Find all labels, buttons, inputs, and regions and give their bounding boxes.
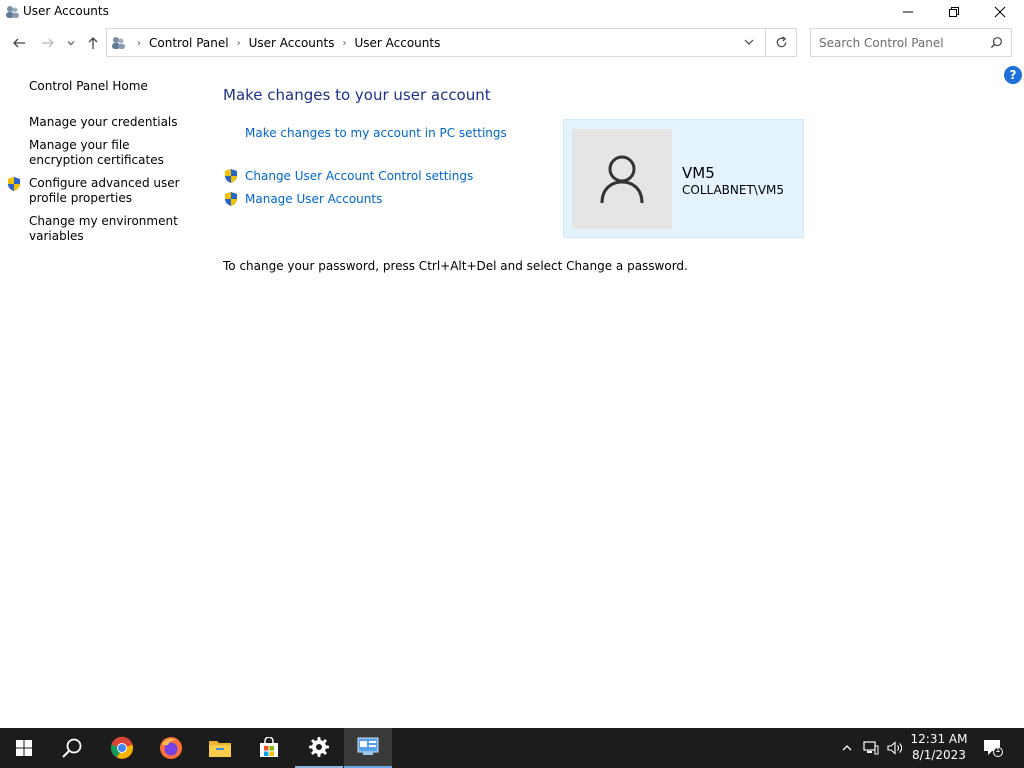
arrow-up-icon [88,37,98,49]
manage-user-accounts-link[interactable]: Manage User Accounts [245,192,382,206]
store-button[interactable] [245,728,293,768]
show-hidden-icons-button[interactable] [837,728,857,768]
breadcrumb-control-panel[interactable]: Control Panel [149,36,229,50]
left-navigation-pane: Control Panel Home Manage your credentia… [0,58,200,728]
close-button[interactable] [977,0,1023,24]
firefox-icon [160,737,182,759]
chevron-right-icon[interactable]: › [342,38,346,49]
minimize-icon [903,11,913,13]
clock-date: 8/1/2023 [912,748,966,762]
title-bar: User Accounts [0,0,1024,24]
manage-credentials-link[interactable]: Manage your credentials [29,115,189,130]
chevron-down-icon [744,39,754,45]
start-button[interactable] [0,728,48,768]
uac-shield-icon [225,169,237,183]
breadcrumb: › Control Panel › User Accounts › User A… [129,36,440,50]
user-icon [600,155,644,204]
firefox-button[interactable] [147,728,195,768]
password-note: To change your password, press Ctrl+Alt+… [223,259,688,273]
close-icon [994,6,1006,18]
avatar [572,129,672,229]
action-center-button[interactable]: 1 [978,728,1008,768]
environment-variables-link[interactable]: Change my environment variables [29,214,189,244]
breadcrumb-user-accounts-current[interactable]: User Accounts [354,36,440,50]
search-icon[interactable] [990,36,1003,52]
navigation-bar: › Control Panel › User Accounts › User A… [0,28,1024,58]
volume-button[interactable] [884,728,906,768]
speaker-icon [887,741,902,755]
folder-icon [209,741,231,757]
address-bar[interactable]: › Control Panel › User Accounts › User A… [106,28,766,57]
restore-icon [949,7,959,17]
address-dropdown-button[interactable] [743,36,755,51]
uac-settings-link[interactable]: Change User Account Control settings [245,169,473,183]
user-card: VM5 COLLABNET\VM5 [563,119,804,238]
store-icon [260,737,278,757]
clock[interactable]: 12:31 AM 8/1/2023 [905,731,973,763]
forward-button[interactable] [38,33,58,53]
restore-button[interactable] [931,0,977,24]
chevron-up-icon [842,745,852,751]
back-button[interactable] [9,33,29,53]
breadcrumb-user-accounts[interactable]: User Accounts [249,36,335,50]
chevron-right-icon: › [137,37,141,49]
up-button[interactable] [83,33,103,53]
file-encryption-link[interactable]: Manage your file encryption certificates [29,138,189,168]
network-icon [863,741,879,755]
control-panel-home-link[interactable]: Control Panel Home [29,79,189,94]
uac-shield-icon [225,192,237,206]
advanced-profile-link[interactable]: Configure advanced user profile properti… [29,176,189,206]
chrome-icon [111,736,133,759]
minimize-button[interactable] [885,0,931,24]
search-box[interactable]: Search Control Panel [810,28,1012,57]
search-taskbar-button[interactable] [48,728,96,768]
refresh-icon [776,36,786,48]
file-explorer-button[interactable] [196,728,244,768]
help-icon[interactable]: ? [1004,66,1022,84]
page-title: Make changes to your user account [223,86,491,104]
user-account-name: COLLABNET\VM5 [682,183,785,197]
gear-icon [309,737,329,757]
taskbar: 12:31 AM 8/1/2023 1 [0,728,1024,768]
notification-count: 1 [995,745,1001,755]
arrow-right-icon [42,38,54,48]
chrome-button[interactable] [98,728,146,768]
chevron-down-icon [67,41,75,46]
pc-settings-link[interactable]: Make changes to my account in PC setting… [245,126,507,140]
control-panel-icon [357,737,379,755]
user-name: VM5 [682,164,715,182]
clock-time: 12:31 AM [910,732,968,746]
recent-locations-button[interactable] [63,33,79,53]
search-input[interactable]: Search Control Panel [819,36,944,50]
user-accounts-icon [6,6,19,18]
arrow-left-icon [13,38,25,48]
uac-shield-icon [8,177,20,191]
network-button[interactable] [860,728,882,768]
windows-icon [16,740,32,756]
refresh-button[interactable] [766,28,797,57]
search-icon [62,738,82,758]
chevron-right-icon[interactable]: › [237,38,241,49]
control-panel-icon [112,37,125,49]
window-title: User Accounts [23,4,109,18]
control-panel-taskbar-button[interactable] [344,728,392,768]
settings-button[interactable] [295,728,343,768]
